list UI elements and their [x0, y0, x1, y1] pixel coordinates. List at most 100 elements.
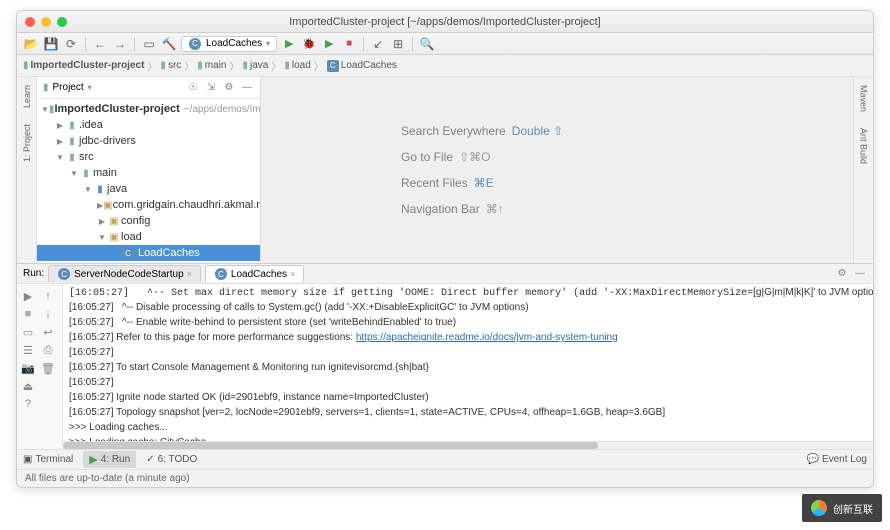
target-icon[interactable]: ☉ — [186, 81, 200, 95]
traffic-lights — [25, 17, 67, 27]
recent-files-shortcut[interactable]: ⌘E — [474, 176, 494, 190]
titlebar: ImportedCluster-project [~/apps/demos/Im… — [17, 11, 873, 33]
hide-icon[interactable]: — — [853, 267, 867, 281]
chevron-down-icon[interactable]: ▾ — [88, 83, 92, 92]
left-tool-gutter: Learn 1: Project — [17, 77, 37, 263]
tree-row[interactable]: ▶▣config — [37, 213, 260, 229]
save-icon[interactable]: 💾 — [43, 36, 59, 52]
run-config-selector[interactable]: C LoadCaches ▾ — [181, 36, 277, 52]
project-header-label[interactable]: Project — [53, 82, 84, 93]
breadcrumb-item[interactable]: ▮load — [284, 60, 310, 71]
tree-row-root[interactable]: ▼▮ImportedCluster-project~/apps/demos/Im… — [37, 101, 260, 117]
back-icon[interactable]: ← — [92, 36, 108, 52]
tree-row[interactable]: ▼▣load — [37, 229, 260, 245]
run-coverage-icon[interactable]: ▶ — [321, 36, 337, 52]
layout-icon[interactable]: ▭ — [19, 324, 37, 340]
bottom-tool-tabs: ▣ Terminal ▶ 4: Run ✓ 6: TODO 💬 Event Lo… — [17, 449, 873, 469]
run-icon[interactable]: ▶ — [281, 36, 297, 52]
search-everywhere-link[interactable]: Double ⇧ — [512, 124, 563, 138]
breadcrumb-item[interactable]: ▮java — [242, 60, 268, 71]
status-text: All files are up-to-date (a minute ago) — [25, 473, 190, 484]
right-tool-gutter: Maven Ant Build — [853, 77, 873, 263]
dump-icon[interactable]: 📷 — [19, 360, 37, 376]
run-header: Run: CServerNodeCodeStartup× CLoadCaches… — [17, 264, 873, 284]
class-icon: C — [189, 38, 201, 50]
run-tab-server[interactable]: CServerNodeCodeStartup× — [48, 265, 201, 282]
project-panel: ▮ Project ▾ ☉ ⇲ ⚙ — ▼▮ImportedCluster-pr… — [37, 77, 261, 263]
learn-tab[interactable]: Learn — [20, 81, 34, 112]
gear-icon[interactable]: ⚙ — [222, 81, 236, 95]
tree-row[interactable]: ▼▮java — [37, 181, 260, 197]
scrollbar-thumb[interactable] — [63, 442, 598, 449]
hammer-icon[interactable]: 🔨 — [161, 36, 177, 52]
stop-icon[interactable]: ■ — [341, 36, 357, 52]
tree-row-selected[interactable]: CLoadCaches — [37, 245, 260, 261]
structure-icon[interactable]: ⊞ — [390, 36, 406, 52]
console-output[interactable]: [16:05:27] ^-- Set max direct memory siz… — [63, 284, 873, 441]
rerun-icon[interactable]: ▶ — [19, 288, 37, 304]
minimize-window-button[interactable] — [41, 17, 51, 27]
event-log-tab[interactable]: 💬 Event Log — [807, 454, 868, 465]
search-icon[interactable]: 🔍 — [419, 36, 435, 52]
run-gutter: ▶↑ ■↓ ▭↩ ☰⎙ 📷🗑 ⏏ ? — [17, 284, 63, 449]
close-window-button[interactable] — [25, 17, 35, 27]
up-icon[interactable]: ↑ — [39, 288, 57, 304]
ant-tab[interactable]: Ant Build — [857, 124, 871, 168]
stop-icon[interactable]: ■ — [19, 306, 37, 322]
debug-icon[interactable]: 🐞 — [301, 36, 317, 52]
forward-icon[interactable]: → — [112, 36, 128, 52]
gear-icon[interactable]: ⚙ — [835, 267, 849, 281]
console-scrollbar[interactable] — [63, 441, 873, 449]
close-icon[interactable]: × — [290, 269, 295, 279]
run-config-label: LoadCaches — [206, 38, 262, 49]
close-icon[interactable]: × — [187, 269, 192, 279]
help-icon[interactable]: ? — [19, 396, 37, 412]
goto-file-shortcut[interactable]: ⇧⌘O — [459, 150, 490, 164]
run-tab-loadcaches[interactable]: CLoadCaches× — [205, 265, 304, 282]
tree-row[interactable]: ▶▣com.gridgain.chaudhri.akmal.mode — [37, 197, 260, 213]
breadcrumb-item[interactable]: ▮src — [160, 60, 181, 71]
watermark-logo: 创新互联 — [802, 494, 882, 522]
project-tree[interactable]: ▼▮ImportedCluster-project~/apps/demos/Im… — [37, 99, 260, 263]
collapse-icon[interactable]: ⇲ — [204, 81, 218, 95]
down-icon[interactable]: ↓ — [39, 306, 57, 322]
terminal-tab[interactable]: ▣ Terminal — [23, 454, 73, 465]
project-tool-tab[interactable]: 1: Project — [20, 120, 34, 166]
main-area: Learn 1: Project ▮ Project ▾ ☉ ⇲ ⚙ — ▼▮I… — [17, 77, 873, 263]
filter-icon[interactable]: ☰ — [19, 342, 37, 358]
main-toolbar: 📂 💾 ⟳ ← → ▭ 🔨 C LoadCaches ▾ ▶ 🐞 ▶ ■ ↙ ⊞… — [17, 33, 873, 55]
breadcrumb-item[interactable]: CLoadCaches — [327, 60, 397, 72]
maven-tab[interactable]: Maven — [857, 81, 871, 116]
breadcrumb-root[interactable]: ▮ ImportedCluster-project — [23, 60, 144, 71]
status-bar: All files are up-to-date (a minute ago) — [17, 469, 873, 487]
maximize-window-button[interactable] — [57, 17, 67, 27]
breadcrumb-item[interactable]: ▮main — [197, 60, 226, 71]
chevron-down-icon: ▾ — [266, 39, 270, 48]
sync-icon[interactable]: ⟳ — [63, 36, 79, 52]
folder-icon: ▮ — [43, 82, 49, 93]
nav-breadcrumb: ▮ ImportedCluster-project 〉 ▮src 〉 ▮main… — [17, 55, 873, 77]
run-tab[interactable]: ▶ 4: Run — [83, 451, 136, 468]
run-tool-window: Run: CServerNodeCodeStartup× CLoadCaches… — [17, 263, 873, 449]
tree-row[interactable]: ▼▮src — [37, 149, 260, 165]
run-body: ▶↑ ■↓ ▭↩ ☰⎙ 📷🗑 ⏏ ? [16:05:27] ^-- Set ma… — [17, 284, 873, 449]
build-icon[interactable]: ▭ — [141, 36, 157, 52]
exit-icon[interactable]: ⏏ — [19, 378, 37, 394]
todo-tab[interactable]: ✓ 6: TODO — [146, 454, 197, 465]
editor-placeholder: Search Everywhere Double ⇧ Go to File ⇧⌘… — [261, 77, 853, 263]
tree-row[interactable]: ▶▮jdbc-drivers — [37, 133, 260, 149]
run-label: Run: — [23, 268, 44, 279]
project-panel-header: ▮ Project ▾ ☉ ⇲ ⚙ — — [37, 77, 260, 99]
vcs-icon[interactable]: ↙ — [370, 36, 386, 52]
class-icon: C — [122, 247, 134, 259]
hide-icon[interactable]: — — [240, 81, 254, 95]
folder-icon: ▮ — [23, 60, 29, 71]
tree-row[interactable]: ▼▮main — [37, 165, 260, 181]
ide-window: ImportedCluster-project [~/apps/demos/Im… — [16, 10, 874, 488]
navbar-shortcut[interactable]: ⌘↑ — [486, 202, 504, 216]
clear-icon[interactable]: 🗑 — [39, 360, 57, 376]
tree-row[interactable]: ▶▮.idea — [37, 117, 260, 133]
wrap-icon[interactable]: ↩ — [39, 324, 57, 340]
print-icon[interactable]: ⎙ — [39, 342, 57, 358]
open-icon[interactable]: 📂 — [23, 36, 39, 52]
